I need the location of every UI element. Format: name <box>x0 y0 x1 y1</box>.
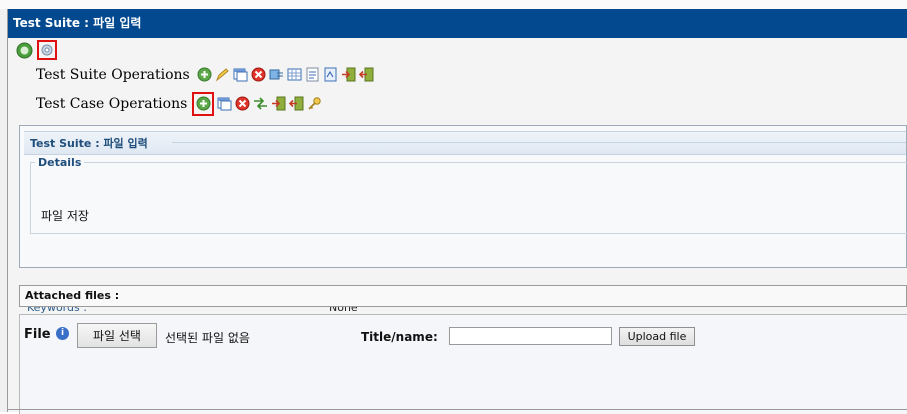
edit-pencil-icon[interactable] <box>215 67 230 82</box>
settings-highlight <box>37 40 57 60</box>
gear-icon[interactable] <box>40 43 54 57</box>
no-file-text: 선택된 파일 없음 <box>165 331 250 345</box>
details-fieldset: Details 파일 저장 <box>30 156 907 234</box>
case-operations-label: Test Case Operations <box>36 96 188 112</box>
import-icon[interactable] <box>271 96 286 111</box>
case-operations-row: Test Case Operations <box>36 92 352 116</box>
bottom-border <box>8 409 907 410</box>
suite-operations-icons <box>194 66 424 84</box>
upload-file-button[interactable]: Upload file <box>619 327 695 346</box>
title-name-input[interactable] <box>449 327 612 345</box>
back-icon[interactable] <box>16 42 33 59</box>
window-title: Test Suite : 파일 입력 <box>13 16 142 30</box>
left-frame-border <box>0 9 8 412</box>
window-title-bar: Test Suite : 파일 입력 <box>8 9 907 38</box>
panel-header-rule <box>172 142 906 143</box>
document-icon[interactable] <box>323 67 338 82</box>
delete-icon[interactable] <box>235 96 250 111</box>
attached-files-label: Attached files : <box>25 289 120 302</box>
copy-window-icon[interactable] <box>217 96 232 111</box>
upload-section: File i 파일 선택 선택된 파일 없음 Title/name: Uploa… <box>19 314 907 414</box>
file-label: File <box>24 327 51 342</box>
create-icon[interactable] <box>196 96 211 111</box>
suite-operations-row: Test Suite Operations <box>36 66 424 84</box>
suite-operations-label: Test Suite Operations <box>36 67 190 83</box>
copy-window-icon[interactable] <box>233 67 248 82</box>
delete-icon[interactable] <box>251 67 266 82</box>
import-icon[interactable] <box>341 67 356 82</box>
key-icon[interactable] <box>307 96 322 111</box>
report-icon[interactable] <box>305 67 320 82</box>
panel-title: Test Suite : 파일 입력 <box>30 137 148 150</box>
panel-header: Test Suite : 파일 입력 <box>24 131 906 155</box>
title-name-label: Title/name: <box>361 330 438 344</box>
move-icon[interactable] <box>253 96 268 111</box>
attached-files-header: Attached files : <box>19 285 907 307</box>
table-icon[interactable] <box>287 67 302 82</box>
info-icon[interactable]: i <box>56 327 69 340</box>
main-content: Test Suite Operations Test Case Operatio… <box>8 38 907 414</box>
create-icon[interactable] <box>197 67 212 82</box>
details-text: 파일 저장 <box>41 209 89 223</box>
export-icon[interactable] <box>359 67 374 82</box>
execution-icon[interactable] <box>269 67 284 82</box>
details-legend: Details <box>38 156 82 169</box>
choose-file-button[interactable]: 파일 선택 <box>77 323 157 348</box>
top-strip <box>0 0 907 9</box>
export-icon[interactable] <box>288 96 304 111</box>
case-operations-icons <box>191 92 352 116</box>
suite-details-panel: Test Suite : 파일 입력 Details 파일 저장 Keyword… <box>19 125 907 314</box>
